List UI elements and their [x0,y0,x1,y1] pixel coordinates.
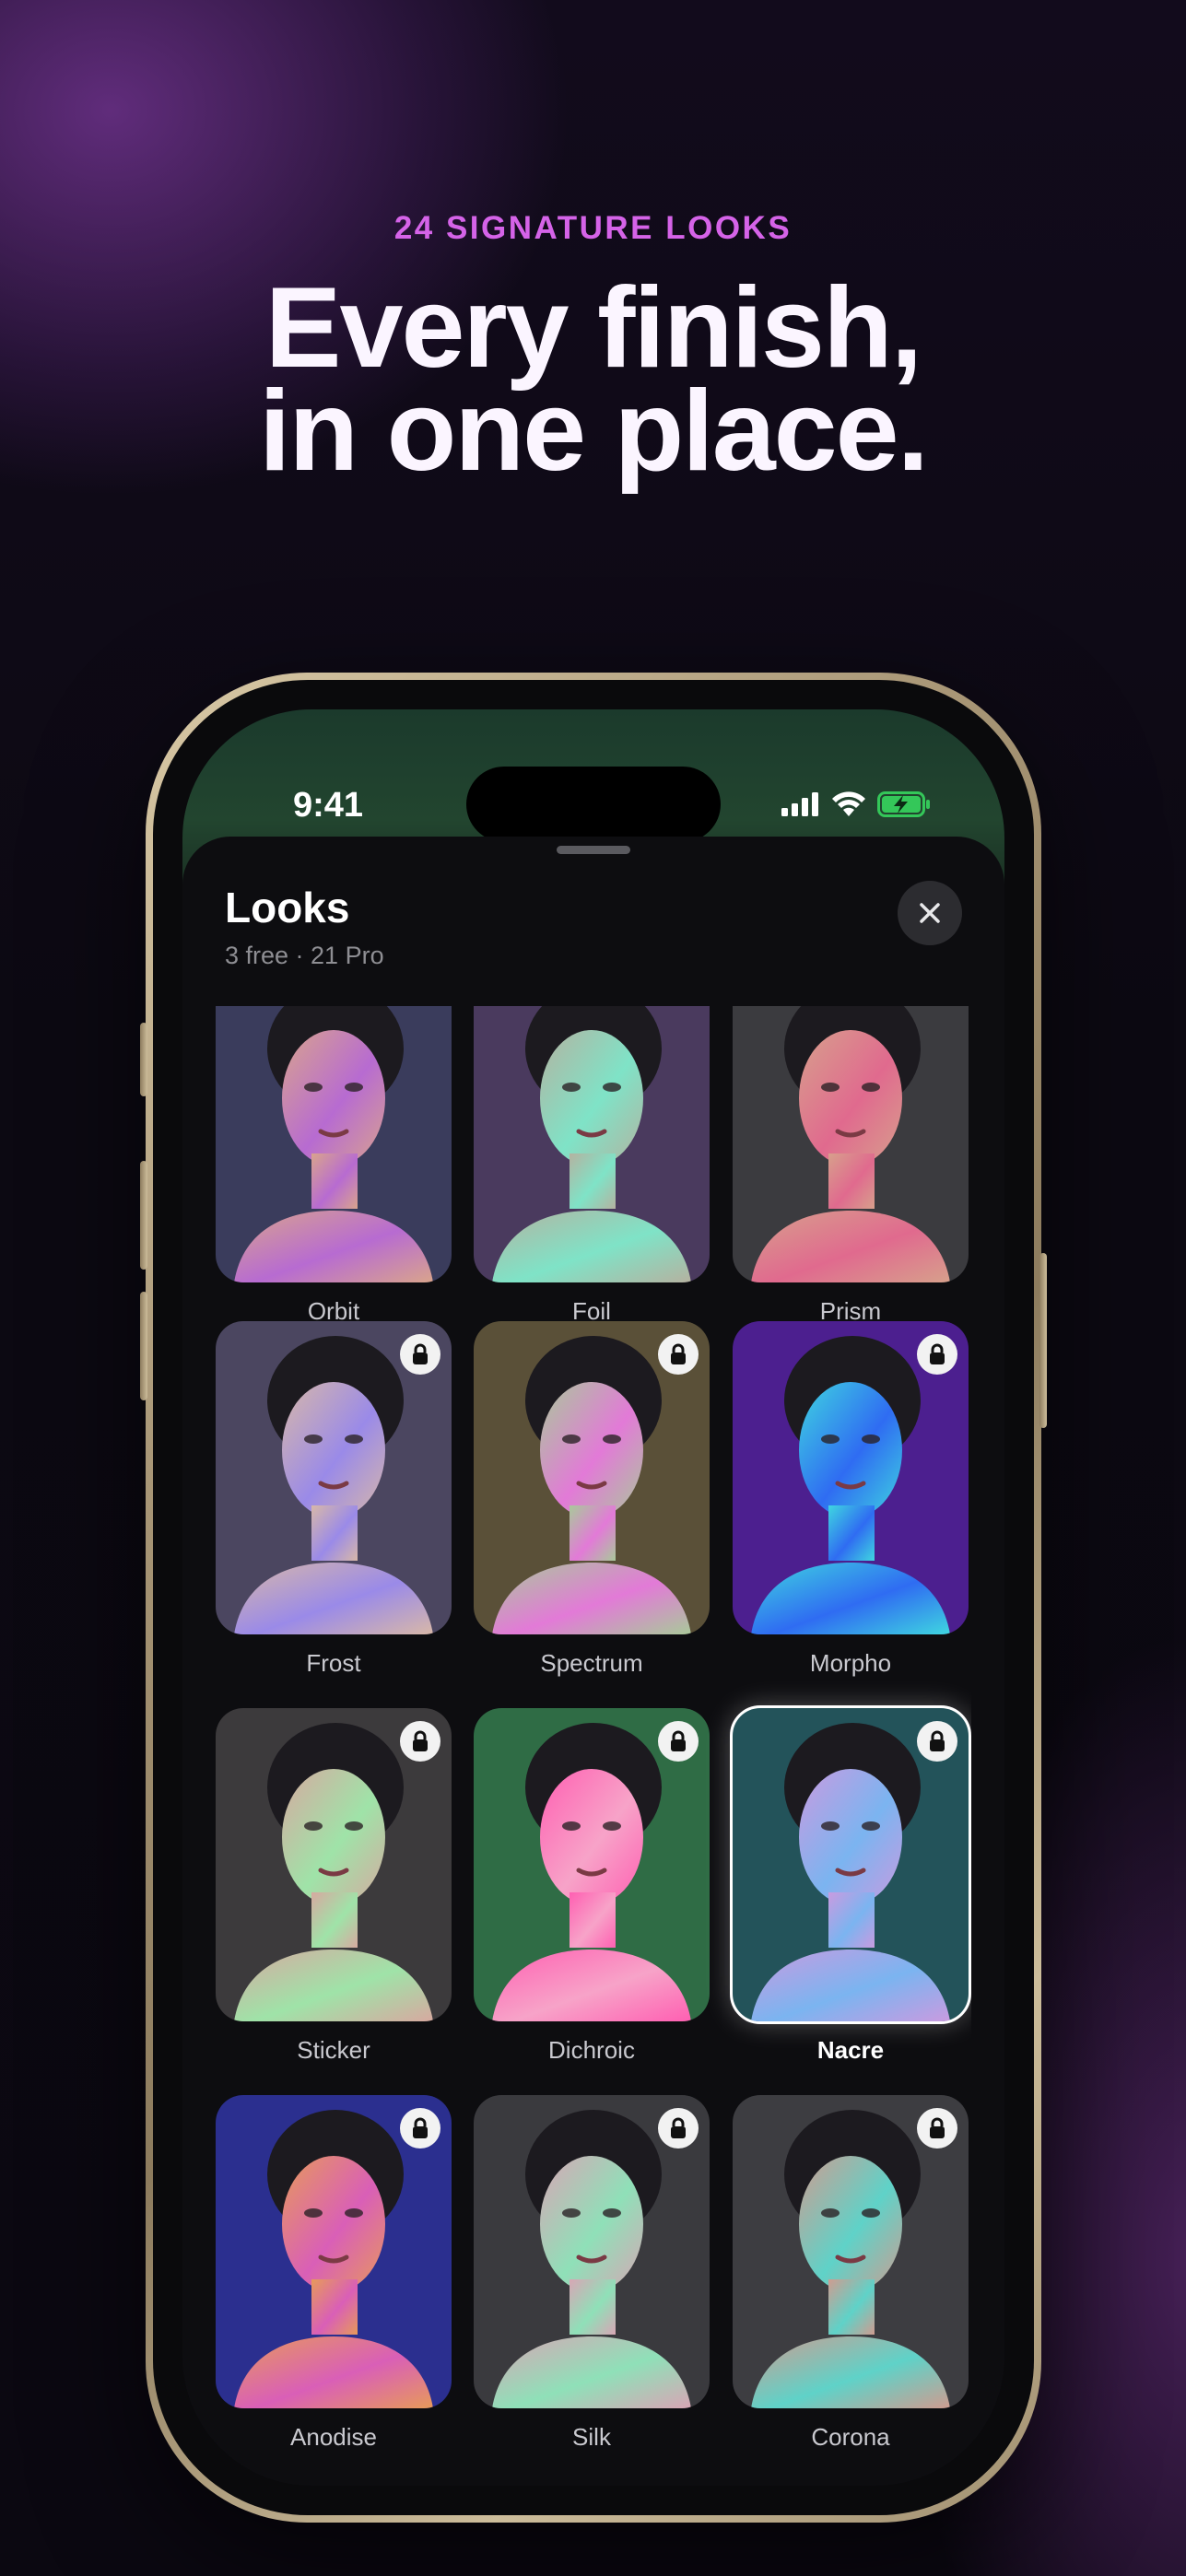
look-thumbnail[interactable] [216,1006,452,1282]
sheet-subtitle: 3 free · 21 Pro [225,942,384,969]
look-label: Anodise [290,2423,377,2451]
lock-icon [658,1721,699,1762]
look-thumbnail[interactable] [733,1006,969,1282]
look-thumbnail[interactable] [474,2095,710,2408]
look-thumbnail[interactable] [474,1006,710,1282]
look-tile-orbit[interactable]: Orbit [216,1006,452,1326]
volume-down-button [140,1292,147,1400]
side-button [1039,1253,1047,1428]
look-tile-sticker[interactable]: Sticker [216,1708,452,2065]
looks-grid: Orbit Foil Prism Frost Spectrum Morpho Sticker… [216,1006,971,2486]
look-label: Morpho [809,1649,892,1677]
lock-icon [658,1334,699,1375]
status-icons [781,789,931,820]
look-thumbnail[interactable] [733,1321,969,1634]
look-tile-frost[interactable]: Frost [216,1321,452,1678]
look-tile-silk[interactable]: Silk [474,2095,710,2452]
close-icon [920,903,940,923]
lock-icon [917,1334,957,1375]
portrait-image [474,1006,710,1282]
look-tile-anodise[interactable]: Anodise [216,2095,452,2452]
look-thumbnail[interactable] [474,1708,710,2021]
look-tile-prism[interactable]: Prism [733,1006,969,1326]
close-button[interactable] [898,881,962,945]
cellular-signal-icon [781,792,818,816]
sheet-grabber[interactable] [557,846,630,854]
look-tile-dichroic[interactable]: Dichroic [474,1708,710,2065]
look-label: Frost [306,1649,361,1677]
look-label: Sticker [297,2036,370,2064]
look-tile-corona[interactable]: Corona [733,2095,969,2452]
look-label: Silk [572,2423,611,2451]
look-thumbnail[interactable] [216,1708,452,2021]
look-thumbnail[interactable] [474,1321,710,1634]
look-label: Nacre [816,2036,885,2064]
look-label: Corona [811,2423,890,2451]
dynamic-island [466,767,721,842]
wifi-icon [832,791,865,816]
battery-charging-icon [877,791,930,817]
look-tile-spectrum[interactable]: Spectrum [474,1321,710,1678]
look-tile-morpho[interactable]: Morpho [733,1321,969,1678]
lock-icon [917,1721,957,1762]
phone-screen: 9:41 Looks 3 free · 21 Pro Orbit Foil Pr… [182,709,1004,2486]
look-tile-nacre[interactable]: Nacre [730,1705,971,2065]
lock-icon [917,2108,957,2149]
headline-line-1: Every finish, [264,264,922,392]
status-time: 9:41 [293,786,364,825]
lock-icon [658,2108,699,2149]
look-label: Dichroic [548,2036,635,2064]
lock-icon [400,1334,440,1375]
portrait-image [733,1006,969,1282]
sheet-title: Looks [225,884,350,931]
lock-icon [400,2108,440,2149]
look-thumbnail[interactable] [730,1705,971,2024]
promo-headline: Every finish, in one place. [0,264,1186,495]
phone-frame: 9:41 Looks 3 free · 21 Pro Orbit Foil Pr… [140,673,1047,2523]
lock-icon [400,1721,440,1762]
look-thumbnail[interactable] [216,1321,452,1634]
look-tile-foil[interactable]: Foil [474,1006,710,1326]
portrait-image [216,1006,452,1282]
look-thumbnail[interactable] [216,2095,452,2408]
headline-line-2: in one place. [258,368,929,495]
action-button [140,1023,147,1096]
promo-eyebrow: 24 SIGNATURE LOOKS [393,210,793,246]
volume-up-button [140,1161,147,1270]
looks-sheet: Looks 3 free · 21 Pro Orbit Foil Prism Fros… [182,837,1004,2486]
look-label: Spectrum [540,1649,643,1677]
look-thumbnail[interactable] [733,2095,969,2408]
